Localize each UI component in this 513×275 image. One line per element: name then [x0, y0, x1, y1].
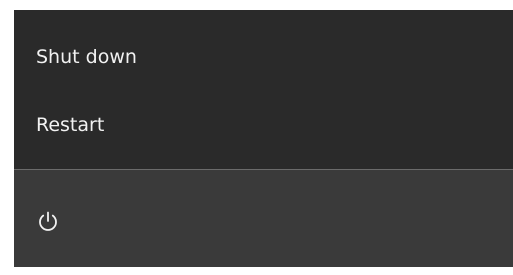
restart-menu-item[interactable]: Restart	[14, 99, 513, 151]
power-options-menu: Shut down Restart	[14, 10, 513, 169]
power-button[interactable]	[34, 208, 62, 236]
bottom-edge	[14, 267, 513, 275]
start-menu-bottom-bar	[14, 170, 513, 267]
power-icon	[39, 211, 57, 231]
screen: Shut down Restart	[0, 0, 513, 275]
shut-down-menu-item[interactable]: Shut down	[14, 31, 513, 83]
